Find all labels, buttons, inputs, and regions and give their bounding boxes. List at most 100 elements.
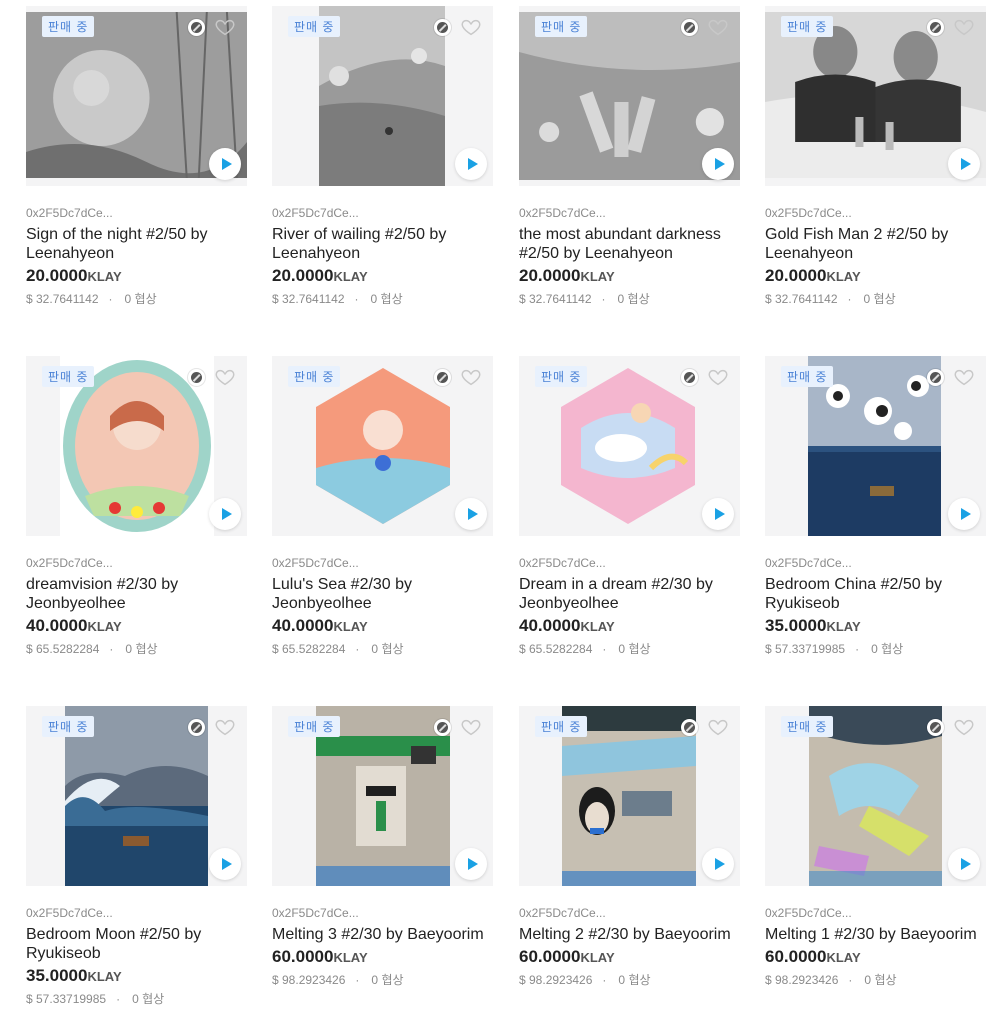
owner-address[interactable]: 0x2F5Dc7dCe... [765,906,986,920]
owner-address[interactable]: 0x2F5Dc7dCe... [26,206,247,220]
on-sale-badge: 판매 중 [42,716,95,737]
nft-title[interactable]: Dream in a dream #2/30 by Jeonbyeolhee [519,575,740,613]
on-sale-badge: 판매 중 [535,366,588,387]
nft-title[interactable]: Lulu's Sea #2/30 by Jeonbyeolhee [272,575,493,613]
heart-icon[interactable] [707,366,729,388]
nft-thumbnail[interactable]: 판매 중 [272,706,493,886]
nft-card[interactable]: 판매 중 0x2F5Dc7dCe... Bedroom Moon #2/50 b… [26,706,247,1007]
owner-address[interactable]: 0x2F5Dc7dCe... [26,906,247,920]
owner-address[interactable]: 0x2F5Dc7dCe... [519,906,740,920]
nft-title[interactable]: Gold Fish Man 2 #2/50 by Leenahyeon [765,225,986,263]
owner-address[interactable]: 0x2F5Dc7dCe... [765,206,986,220]
play-button[interactable] [209,498,241,530]
on-sale-badge: 판매 중 [781,16,834,37]
play-button[interactable] [702,498,734,530]
nft-thumbnail[interactable]: 판매 중 [519,706,740,886]
nft-thumbnail[interactable]: 판매 중 [519,356,740,536]
heart-icon[interactable] [953,366,975,388]
owner-address[interactable]: 0x2F5Dc7dCe... [272,556,493,570]
nft-thumbnail[interactable]: 판매 중 [765,356,986,536]
nft-thumbnail[interactable]: 판매 중 [26,6,247,186]
play-button[interactable] [455,848,487,880]
price-meta: $ 32.7641142 · 0 협상 [765,292,896,306]
price: 20.0000KLAY [765,265,986,288]
nft-title[interactable]: Bedroom Moon #2/50 by Ryukiseob [26,925,247,963]
nft-card[interactable]: 판매 중 0x2F5Dc7dCe... Bedroom China #2/50 … [765,356,986,657]
owner-address[interactable]: 0x2F5Dc7dCe... [519,556,740,570]
nft-title[interactable]: Sign of the night #2/50 by Leenahyeon [26,225,247,263]
price: 60.0000KLAY [272,946,493,969]
price-meta: $ 32.7641142 · 0 협상 [272,292,403,306]
play-button[interactable] [455,498,487,530]
usd-price: $ 65.5282284 [519,642,593,656]
heart-icon[interactable] [214,716,236,738]
offer-count: 0 [132,992,139,1006]
price-amount: 40.0000 [26,616,88,635]
price-amount: 35.0000 [765,616,827,635]
offer-label: 협상 [628,973,651,987]
klaytn-chain-icon [681,719,698,736]
nft-title[interactable]: the most abundant darkness #2/50 by Leen… [519,225,740,263]
offer-count: 0 [863,292,871,306]
nft-card[interactable]: 판매 중 0x2F5Dc7dCe... Lulu's Sea #2/30 by … [272,356,493,657]
play-button[interactable] [948,848,980,880]
nft-thumbnail[interactable]: 판매 중 [765,706,986,886]
price-amount: 20.0000 [765,266,827,285]
nft-thumbnail[interactable]: 판매 중 [272,356,493,536]
nft-card[interactable]: 판매 중 0x2F5Dc7dCe... Melting 2 #2/30 by B… [519,706,740,988]
price: 40.0000KLAY [272,615,493,638]
heart-icon[interactable] [460,716,482,738]
heart-icon[interactable] [460,16,482,38]
play-button[interactable] [702,148,734,180]
nft-title[interactable]: River of wailing #2/50 by Leenahyeon [272,225,493,263]
price-meta: $ 98.2923426 · 0 협상 [519,973,651,987]
play-button[interactable] [948,498,980,530]
nft-thumbnail[interactable]: 판매 중 [26,706,247,886]
play-button[interactable] [209,848,241,880]
nft-title[interactable]: Bedroom China #2/50 by Ryukiseob [765,575,986,613]
play-button[interactable] [702,848,734,880]
play-button[interactable] [209,148,241,180]
nft-card[interactable]: 판매 중 0x2F5Dc7dCe... Melting 3 #2/30 by B… [272,706,493,988]
owner-address[interactable]: 0x2F5Dc7dCe... [765,556,986,570]
offer-count: 0 [871,642,878,656]
usd-price: $ 32.7641142 [272,292,345,306]
heart-icon[interactable] [214,366,236,388]
owner-address[interactable]: 0x2F5Dc7dCe... [26,556,247,570]
nft-thumbnail[interactable]: 판매 중 [272,6,493,186]
nft-thumbnail[interactable]: 판매 중 [519,6,740,186]
heart-icon[interactable] [214,16,236,38]
owner-address[interactable]: 0x2F5Dc7dCe... [519,206,740,220]
nft-title[interactable]: Melting 2 #2/30 by Baeyoorim [519,925,740,944]
nft-card[interactable]: 판매 중 0x2F5Dc7dCe... the most abundant da… [519,6,740,307]
nft-card[interactable]: 판매 중 0x2F5Dc7dCe... Gold Fish Man 2 #2/5… [765,6,986,307]
heart-icon[interactable] [707,716,729,738]
nft-thumbnail[interactable]: 판매 중 [26,356,247,536]
nft-title[interactable]: dreamvision #2/30 by Jeonbyeolhee [26,575,247,613]
nft-card[interactable]: 판매 중 0x2F5Dc7dCe... Dream in a dream #2/… [519,356,740,657]
offer-count: 0 [124,292,132,306]
price-meta: $ 65.5282284 · 0 협상 [272,642,404,656]
nft-card[interactable]: 판매 중 0x2F5Dc7dCe... dreamvision #2/30 by… [26,356,247,657]
heart-icon[interactable] [953,716,975,738]
klaytn-chain-icon [681,369,698,386]
nft-thumbnail[interactable]: 판매 중 [765,6,986,186]
nft-title[interactable]: Melting 3 #2/30 by Baeyoorim [272,925,493,944]
price-currency: KLAY [580,619,615,634]
nft-card[interactable]: 판매 중 0x2F5Dc7dCe... River of wailing #2/… [272,6,493,307]
play-button[interactable] [948,148,980,180]
offer-count: 0 [371,973,379,987]
play-button[interactable] [455,148,487,180]
price-currency: KLAY [87,269,122,284]
offer-label: 협상 [873,292,896,306]
nft-card[interactable]: 판매 중 0x2F5Dc7dCe... Melting 1 #2/30 by B… [765,706,986,988]
offer-label: 협상 [135,642,158,656]
heart-icon[interactable] [707,16,729,38]
nft-card[interactable]: 판매 중 0x2F5Dc7dCe... Sign of the night #2… [26,6,247,307]
nft-title[interactable]: Melting 1 #2/30 by Baeyoorim [765,925,986,944]
owner-address[interactable]: 0x2F5Dc7dCe... [272,206,493,220]
heart-icon[interactable] [953,16,975,38]
klaytn-chain-icon [927,19,944,36]
heart-icon[interactable] [460,366,482,388]
owner-address[interactable]: 0x2F5Dc7dCe... [272,906,493,920]
